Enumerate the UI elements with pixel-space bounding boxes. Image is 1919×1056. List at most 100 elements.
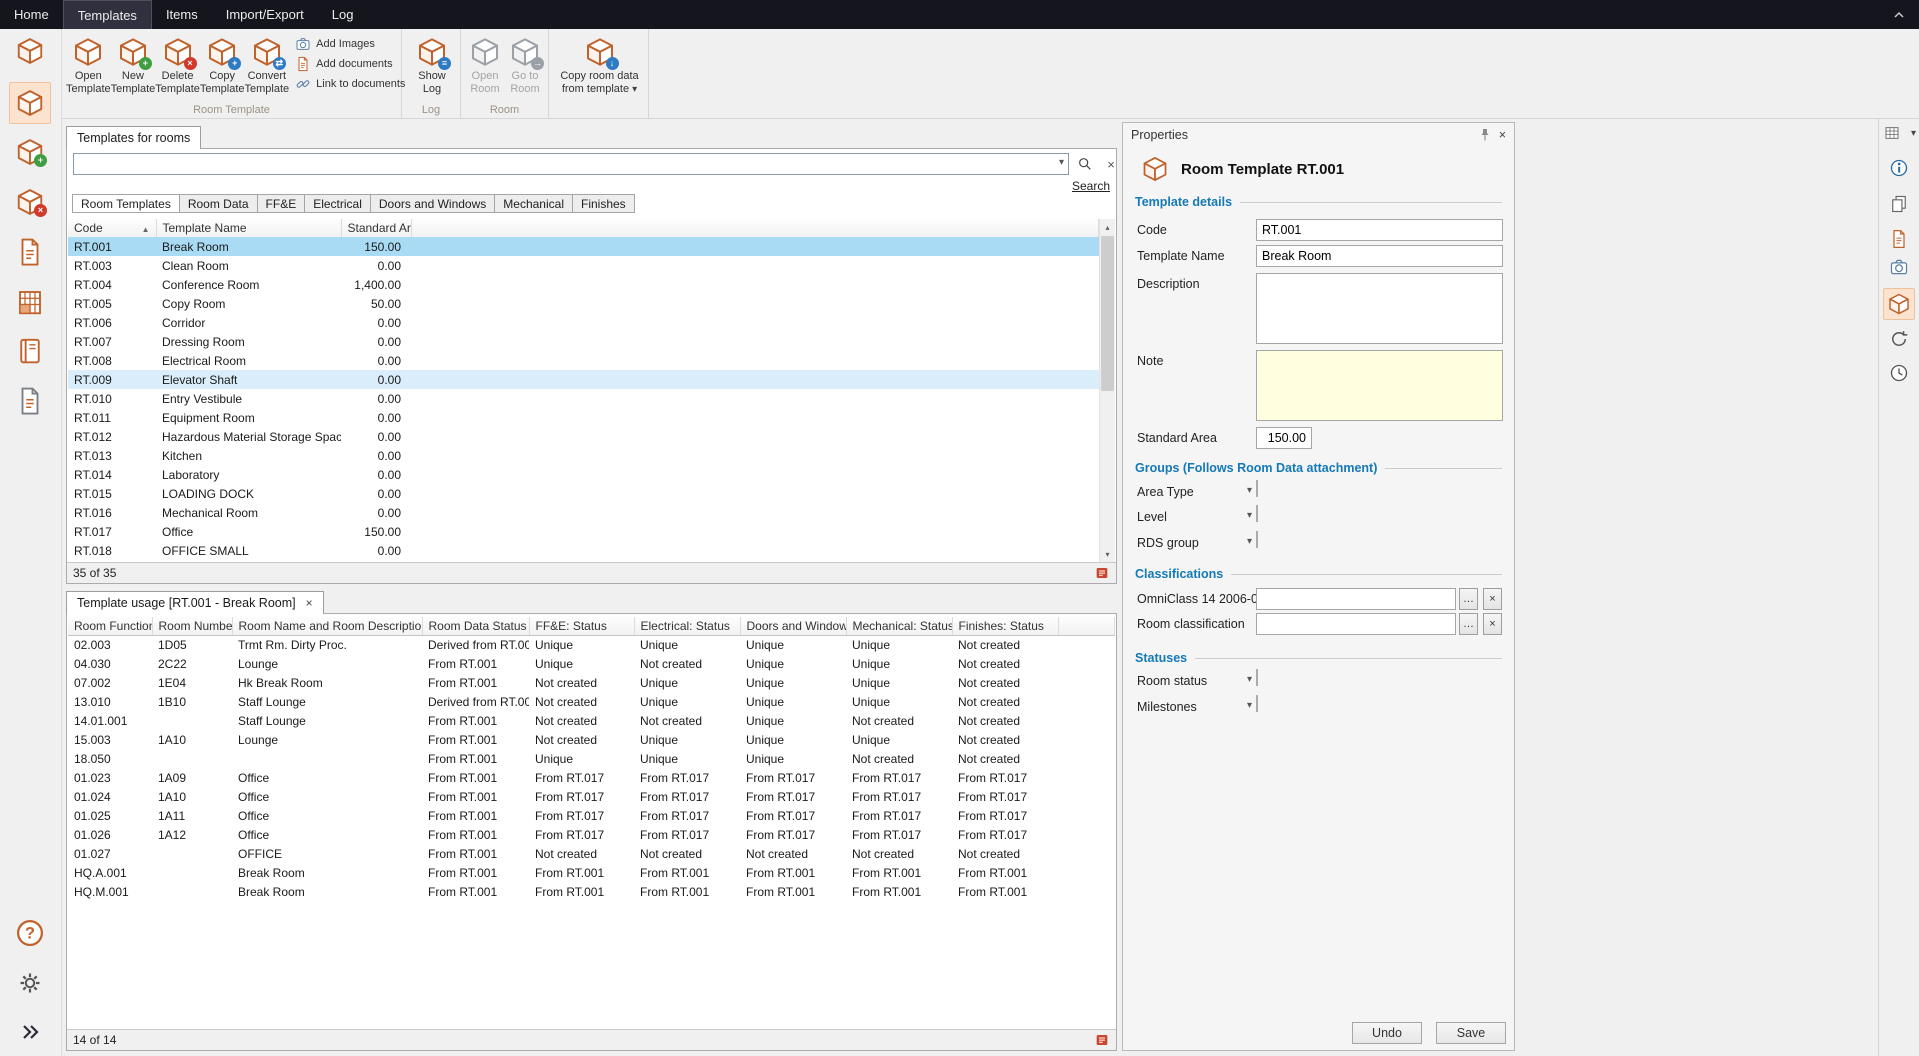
close-panel-icon[interactable]: × — [1499, 128, 1506, 142]
scroll-down-icon[interactable]: ▾ — [1100, 546, 1115, 562]
template-name-field[interactable] — [1256, 245, 1503, 267]
area-type-select[interactable]: ▾ — [1256, 480, 1258, 497]
close-tab-icon[interactable]: × — [306, 596, 313, 610]
tab-electrical[interactable]: Electrical — [305, 194, 371, 213]
toolbar-item-images[interactable] — [1887, 255, 1911, 279]
description-field[interactable] — [1256, 273, 1503, 344]
template-row[interactable]: RT.006Corridor0.00 — [68, 313, 1099, 332]
sidebar-item-room-templates[interactable] — [9, 82, 51, 124]
tab-mechanical[interactable]: Mechanical — [495, 194, 573, 213]
copy-template-button[interactable]: + Copy Template — [200, 32, 245, 102]
tab-ffe[interactable]: FF&E — [258, 194, 306, 213]
sidebar-item-buildings[interactable] — [9, 281, 51, 323]
log-indicator-icon[interactable] — [1094, 565, 1110, 581]
sidebar-item-expand[interactable] — [9, 1011, 51, 1053]
milestones-select[interactable]: ▾ — [1256, 695, 1258, 712]
column-header-room-name[interactable]: Room Name and Room Description — [232, 617, 422, 635]
open-room-button[interactable]: Open Room — [465, 32, 505, 102]
usage-row[interactable]: 01.0231A09OfficeFrom RT.001From RT.017Fr… — [68, 768, 1115, 787]
delete-template-button[interactable]: × Delete Template — [155, 32, 200, 102]
tab-finishes[interactable]: Finishes — [573, 194, 635, 213]
room-status-select[interactable]: ▾ — [1256, 669, 1258, 686]
toolbar-item-documents[interactable] — [1887, 227, 1911, 251]
save-button[interactable]: Save — [1436, 1022, 1506, 1044]
room-classification-browse-button[interactable]: … — [1459, 613, 1478, 635]
search-combo-caret-icon[interactable]: ▾ — [1059, 157, 1064, 168]
template-row[interactable]: RT.016Mechanical Room0.00 — [68, 503, 1099, 522]
column-header-mechanical-status[interactable]: Mechanical: Status — [846, 617, 952, 635]
column-header-room-data-status[interactable]: Room Data Status — [422, 617, 529, 635]
tab-template-usage[interactable]: Template usage [RT.001 - Break Room] × — [66, 591, 324, 614]
rds-group-select[interactable]: ▾ — [1256, 531, 1258, 548]
usage-row[interactable]: 04.0302C22LoungeFrom RT.001UniqueNot cre… — [68, 654, 1115, 673]
pin-icon[interactable] — [1477, 127, 1493, 143]
scroll-up-icon[interactable]: ▴ — [1100, 219, 1115, 235]
copy-room-data-button[interactable]: ↓ Copy room data from template ▾ — [554, 32, 646, 102]
toolbar-item-history[interactable] — [1887, 361, 1911, 385]
template-row[interactable]: RT.010Entry Vestibule0.00 — [68, 389, 1099, 408]
template-row[interactable]: RT.013Kitchen0.00 — [68, 446, 1099, 465]
toolbar-item-room-template[interactable] — [1883, 288, 1915, 320]
template-row[interactable]: RT.004Conference Room1,400.00 — [68, 275, 1099, 294]
omniclass-field[interactable] — [1256, 588, 1456, 610]
templates-scrollbar[interactable]: ▴ ▾ — [1099, 219, 1115, 562]
usage-row[interactable]: 01.027OFFICEFrom RT.001Not createdNot cr… — [68, 844, 1115, 863]
level-select[interactable]: ▾ — [1256, 505, 1258, 522]
collapse-ribbon-icon[interactable] — [1891, 7, 1907, 23]
template-row[interactable]: RT.014Laboratory0.00 — [68, 465, 1099, 484]
usage-row[interactable]: 07.0021E04Hk Break RoomFrom RT.001Not cr… — [68, 673, 1115, 692]
menu-import-export[interactable]: Import/Export — [212, 0, 318, 29]
column-header-doors-windows-status[interactable]: Doors and Windows:... — [740, 617, 846, 635]
tab-templates-for-rooms[interactable]: Templates for rooms — [66, 126, 201, 149]
column-header-room-number[interactable]: Room Number — [152, 617, 232, 635]
menu-log[interactable]: Log — [318, 0, 368, 29]
search-link[interactable]: Search — [1072, 179, 1110, 193]
usage-row[interactable]: 01.0251A11OfficeFrom RT.001From RT.017Fr… — [68, 806, 1115, 825]
template-row[interactable]: RT.015LOADING DOCK0.00 — [68, 484, 1099, 503]
sidebar-item-documents[interactable] — [9, 231, 51, 273]
usage-row[interactable]: 01.0241A10OfficeFrom RT.001From RT.017Fr… — [68, 787, 1115, 806]
usage-row[interactable]: 01.0261A12OfficeFrom RT.001From RT.017Fr… — [68, 825, 1115, 844]
column-header-standard-area[interactable]: Standard Area — [341, 219, 411, 237]
note-field[interactable] — [1256, 350, 1503, 421]
panel-caret-icon[interactable]: ▾ — [1911, 128, 1916, 139]
tab-room-data[interactable]: Room Data — [180, 194, 258, 213]
show-log-button[interactable]: ≡ Show Log — [409, 32, 456, 102]
usage-row[interactable]: 02.0031D05Trmt Rm. Dirty Proc.Derived fr… — [68, 635, 1115, 654]
menu-home[interactable]: Home — [0, 0, 63, 29]
standard-area-field[interactable] — [1256, 427, 1312, 449]
sidebar-item-reports[interactable] — [9, 330, 51, 372]
usage-row[interactable]: 13.0101B10Staff LoungeDerived from RT.00… — [68, 692, 1115, 711]
menu-templates[interactable]: Templates — [63, 0, 152, 29]
sidebar-item-products[interactable]: × — [9, 181, 51, 223]
scrollbar-thumb[interactable] — [1101, 236, 1114, 391]
sidebar-item-attachments[interactable] — [9, 380, 51, 422]
new-template-button[interactable]: + New Template — [111, 32, 156, 102]
code-field[interactable] — [1256, 219, 1503, 241]
template-row[interactable]: RT.005Copy Room50.00 — [68, 294, 1099, 313]
usage-row[interactable]: HQ.M.001Break RoomFrom RT.001From RT.001… — [68, 882, 1115, 901]
column-header-room-function[interactable]: Room Function # — [68, 617, 152, 635]
log-indicator-icon[interactable] — [1094, 1032, 1110, 1048]
go-to-room-button[interactable]: → Go to Room — [505, 32, 545, 102]
template-row[interactable]: RT.018OFFICE SMALL0.00 — [68, 541, 1099, 560]
template-row[interactable]: RT.001Break Room150.00 — [68, 237, 1099, 256]
add-images-button[interactable]: Add Images — [295, 36, 405, 52]
sidebar-item-settings[interactable] — [9, 962, 51, 1004]
add-documents-button[interactable]: Add documents — [295, 56, 405, 72]
toolbar-item-copies[interactable] — [1887, 192, 1911, 216]
template-row[interactable]: RT.008Electrical Room0.00 — [68, 351, 1099, 370]
toolbar-item-info[interactable] — [1887, 156, 1911, 180]
tab-doors-and-windows[interactable]: Doors and Windows — [371, 194, 495, 213]
link-to-documents-button[interactable]: Link to documents — [295, 76, 405, 92]
sidebar-item-items[interactable]: + — [9, 131, 51, 173]
template-row[interactable]: RT.012Hazardous Material Storage Space0.… — [68, 427, 1099, 446]
tab-room-templates[interactable]: Room Templates — [72, 194, 180, 213]
usage-row[interactable]: 15.0031A10LoungeFrom RT.001Not createdUn… — [68, 730, 1115, 749]
omniclass-clear-button[interactable]: × — [1483, 588, 1502, 610]
undo-button[interactable]: Undo — [1352, 1022, 1422, 1044]
usage-row[interactable]: 14.01.001Staff LoungeFrom RT.001Not crea… — [68, 711, 1115, 730]
usage-row[interactable]: 18.050From RT.001UniqueUniqueUniqueNot c… — [68, 749, 1115, 768]
search-input[interactable] — [73, 153, 1069, 175]
usage-row[interactable]: HQ.A.001Break RoomFrom RT.001From RT.001… — [68, 863, 1115, 882]
